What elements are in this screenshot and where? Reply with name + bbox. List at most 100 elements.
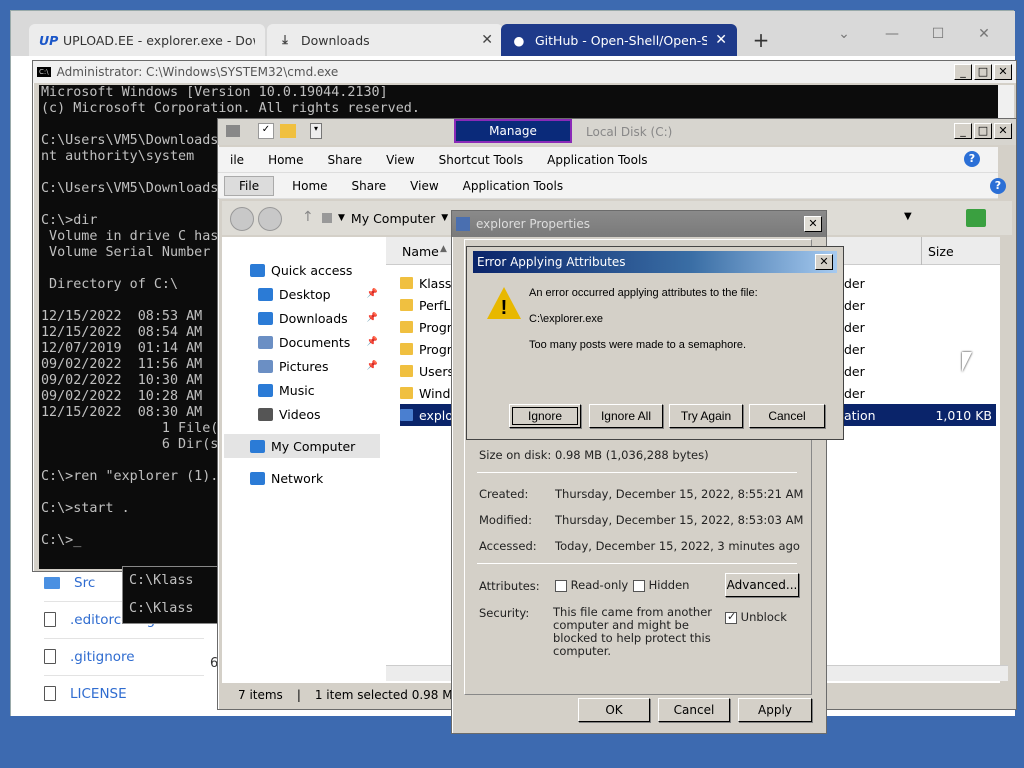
pin-icon[interactable]: 📌 (367, 289, 378, 299)
column-name[interactable]: Name (402, 244, 439, 259)
close-icon[interactable]: ✕ (715, 32, 727, 48)
dialog-title: Error Applying Attributes (477, 255, 626, 269)
tab-title: Downloads (301, 32, 370, 48)
selection-info: 1 item selected 0.98 MB (314, 688, 461, 702)
help-icon[interactable]: ? (990, 178, 1006, 194)
mouse-cursor-icon (962, 352, 972, 372)
dialog-titlebar[interactable]: explorer Properties ✕ (452, 211, 826, 237)
nav-item-pictures[interactable]: Pictures 📌 (224, 354, 384, 378)
minimize-button[interactable]: _ (954, 123, 972, 139)
hidden-checkbox[interactable]: Hidden (633, 578, 689, 592)
pin-icon[interactable]: 📌 (367, 337, 378, 347)
accessed-date: Today, December 15, 2022, 3 minutes ago (555, 539, 800, 553)
close-button[interactable]: ✕ (994, 123, 1012, 139)
pin-icon[interactable]: 📌 (367, 313, 378, 323)
selected-row-tail[interactable]: ation 1,010 KB (834, 404, 996, 426)
nav-item-music[interactable]: Music (224, 378, 384, 402)
table-row[interactable]: Users (400, 360, 456, 382)
new-tab-button[interactable]: + (747, 27, 775, 55)
close-button[interactable]: ✕ (815, 254, 833, 270)
tab-share[interactable]: Share (316, 153, 375, 167)
restore-button[interactable]: ☐ (917, 19, 959, 49)
error-dialog[interactable]: Error Applying Attributes ✕ ! An error o… (466, 246, 844, 440)
try-again-button[interactable]: Try Again (669, 404, 743, 428)
explorer-titlebar[interactable]: ✓ ▾ Manage Local Disk (C:) _ □ ✕ (218, 119, 1016, 145)
nav-item-my-computer[interactable]: My Computer (224, 434, 380, 458)
tab-application-tools[interactable]: Application Tools (535, 153, 659, 167)
chevron-down-icon[interactable]: ▾ (310, 123, 322, 139)
manage-tab[interactable]: Manage (454, 119, 572, 143)
maximize-button[interactable]: □ (974, 123, 992, 139)
tab-share[interactable]: Share (340, 179, 399, 193)
cmd-titlebar[interactable]: C:\ Administrator: C:\Windows\SYSTEM32\c… (33, 61, 1016, 83)
refresh-icon[interactable] (966, 209, 986, 227)
apply-button[interactable]: Apply (738, 698, 812, 722)
chevron-down-icon: ▼ (441, 213, 449, 223)
minimize-button[interactable]: _ (954, 64, 972, 80)
application-icon (400, 409, 413, 421)
table-row[interactable]: explo (400, 404, 456, 426)
forward-button[interactable] (258, 207, 282, 231)
minimize-button[interactable]: — (871, 19, 913, 49)
table-row[interactable]: Progr (400, 338, 456, 360)
tab-downloads[interactable]: ⤓ Downloads ✕ (267, 24, 503, 56)
cancel-button[interactable]: Cancel (749, 404, 825, 428)
ignore-button[interactable]: Ignore (509, 404, 581, 428)
table-row[interactable]: PerfL (400, 294, 456, 316)
list-item[interactable]: LICENSE (44, 675, 204, 711)
unblock-checkbox[interactable]: Unblock (725, 610, 787, 624)
tab-file[interactable]: File (224, 175, 275, 196)
readonly-checkbox[interactable]: Read-only (555, 578, 628, 592)
tab-view[interactable]: View (374, 153, 426, 167)
pin-icon[interactable]: 📌 (367, 361, 378, 371)
maximize-button[interactable]: □ (974, 64, 992, 80)
ignore-all-button[interactable]: Ignore All (589, 404, 663, 428)
tab-home[interactable]: Home (256, 153, 315, 167)
sort-icon: ▲ (440, 244, 447, 254)
close-button[interactable]: ✕ (804, 216, 822, 232)
nav-item-downloads[interactable]: Downloads 📌 (224, 306, 384, 330)
address-bar[interactable]: ▼ My Computer ▼ (322, 207, 454, 229)
ok-button[interactable]: OK (578, 698, 650, 722)
table-row[interactable]: Klass (400, 272, 456, 294)
tab-github[interactable]: ● GitHub - Open-Shell/Open-Shell-Menu ✕ (501, 24, 737, 56)
tab-upload[interactable]: UP UPLOAD.EE - explorer.exe - Download (29, 24, 265, 56)
properties-icon[interactable]: ✓ (258, 123, 274, 139)
computer-icon (250, 439, 265, 453)
chevron-down-icon[interactable]: ⌄ (823, 19, 865, 49)
close-button[interactable]: ✕ (994, 64, 1012, 80)
column-size[interactable]: Size (928, 244, 954, 259)
back-button[interactable] (230, 207, 254, 231)
nav-item-documents[interactable]: Documents 📌 (224, 330, 384, 354)
table-row[interactable]: Wind (400, 382, 456, 404)
videos-icon (258, 407, 273, 421)
close-button[interactable]: ✕ (963, 19, 1005, 49)
tab-application-tools[interactable]: Application Tools (451, 179, 575, 193)
nav-item-desktop[interactable]: Desktop 📌 (224, 282, 384, 306)
console-fragment: C:\Klass C:\Klass (122, 566, 222, 624)
tab-view[interactable]: View (398, 179, 450, 193)
created-date: Thursday, December 15, 2022, 8:55:21 AM (555, 487, 804, 501)
window-title: Local Disk (C:) (586, 125, 673, 139)
chevron-down-icon[interactable]: ▼ (904, 211, 912, 222)
nav-item-network[interactable]: Network (224, 466, 384, 490)
nav-item-quick-access[interactable]: Quick access (224, 258, 384, 282)
tab-file[interactable]: ile (218, 153, 256, 167)
cancel-button[interactable]: Cancel (658, 698, 730, 722)
up-arrow-icon[interactable]: ↑ (302, 209, 314, 225)
tab-home[interactable]: Home (280, 179, 339, 193)
file-icon (44, 649, 56, 664)
modified-date: Thursday, December 15, 2022, 8:53:03 AM (555, 513, 804, 527)
help-icon[interactable]: ? (964, 151, 980, 167)
nav-item-videos[interactable]: Videos (224, 402, 384, 426)
folder-icon[interactable] (280, 124, 296, 138)
dialog-titlebar[interactable]: Error Applying Attributes ✕ (473, 251, 837, 273)
advanced-button[interactable]: Advanced... (725, 573, 799, 597)
type-cell: der (844, 364, 865, 379)
tab-title: UPLOAD.EE - explorer.exe - Download (63, 32, 255, 48)
table-row[interactable]: Progr (400, 316, 456, 338)
type-cell: der (844, 276, 865, 291)
list-item[interactable]: .gitignore (44, 638, 204, 674)
close-icon[interactable]: ✕ (481, 32, 493, 48)
tab-shortcut-tools[interactable]: Shortcut Tools (427, 153, 536, 167)
